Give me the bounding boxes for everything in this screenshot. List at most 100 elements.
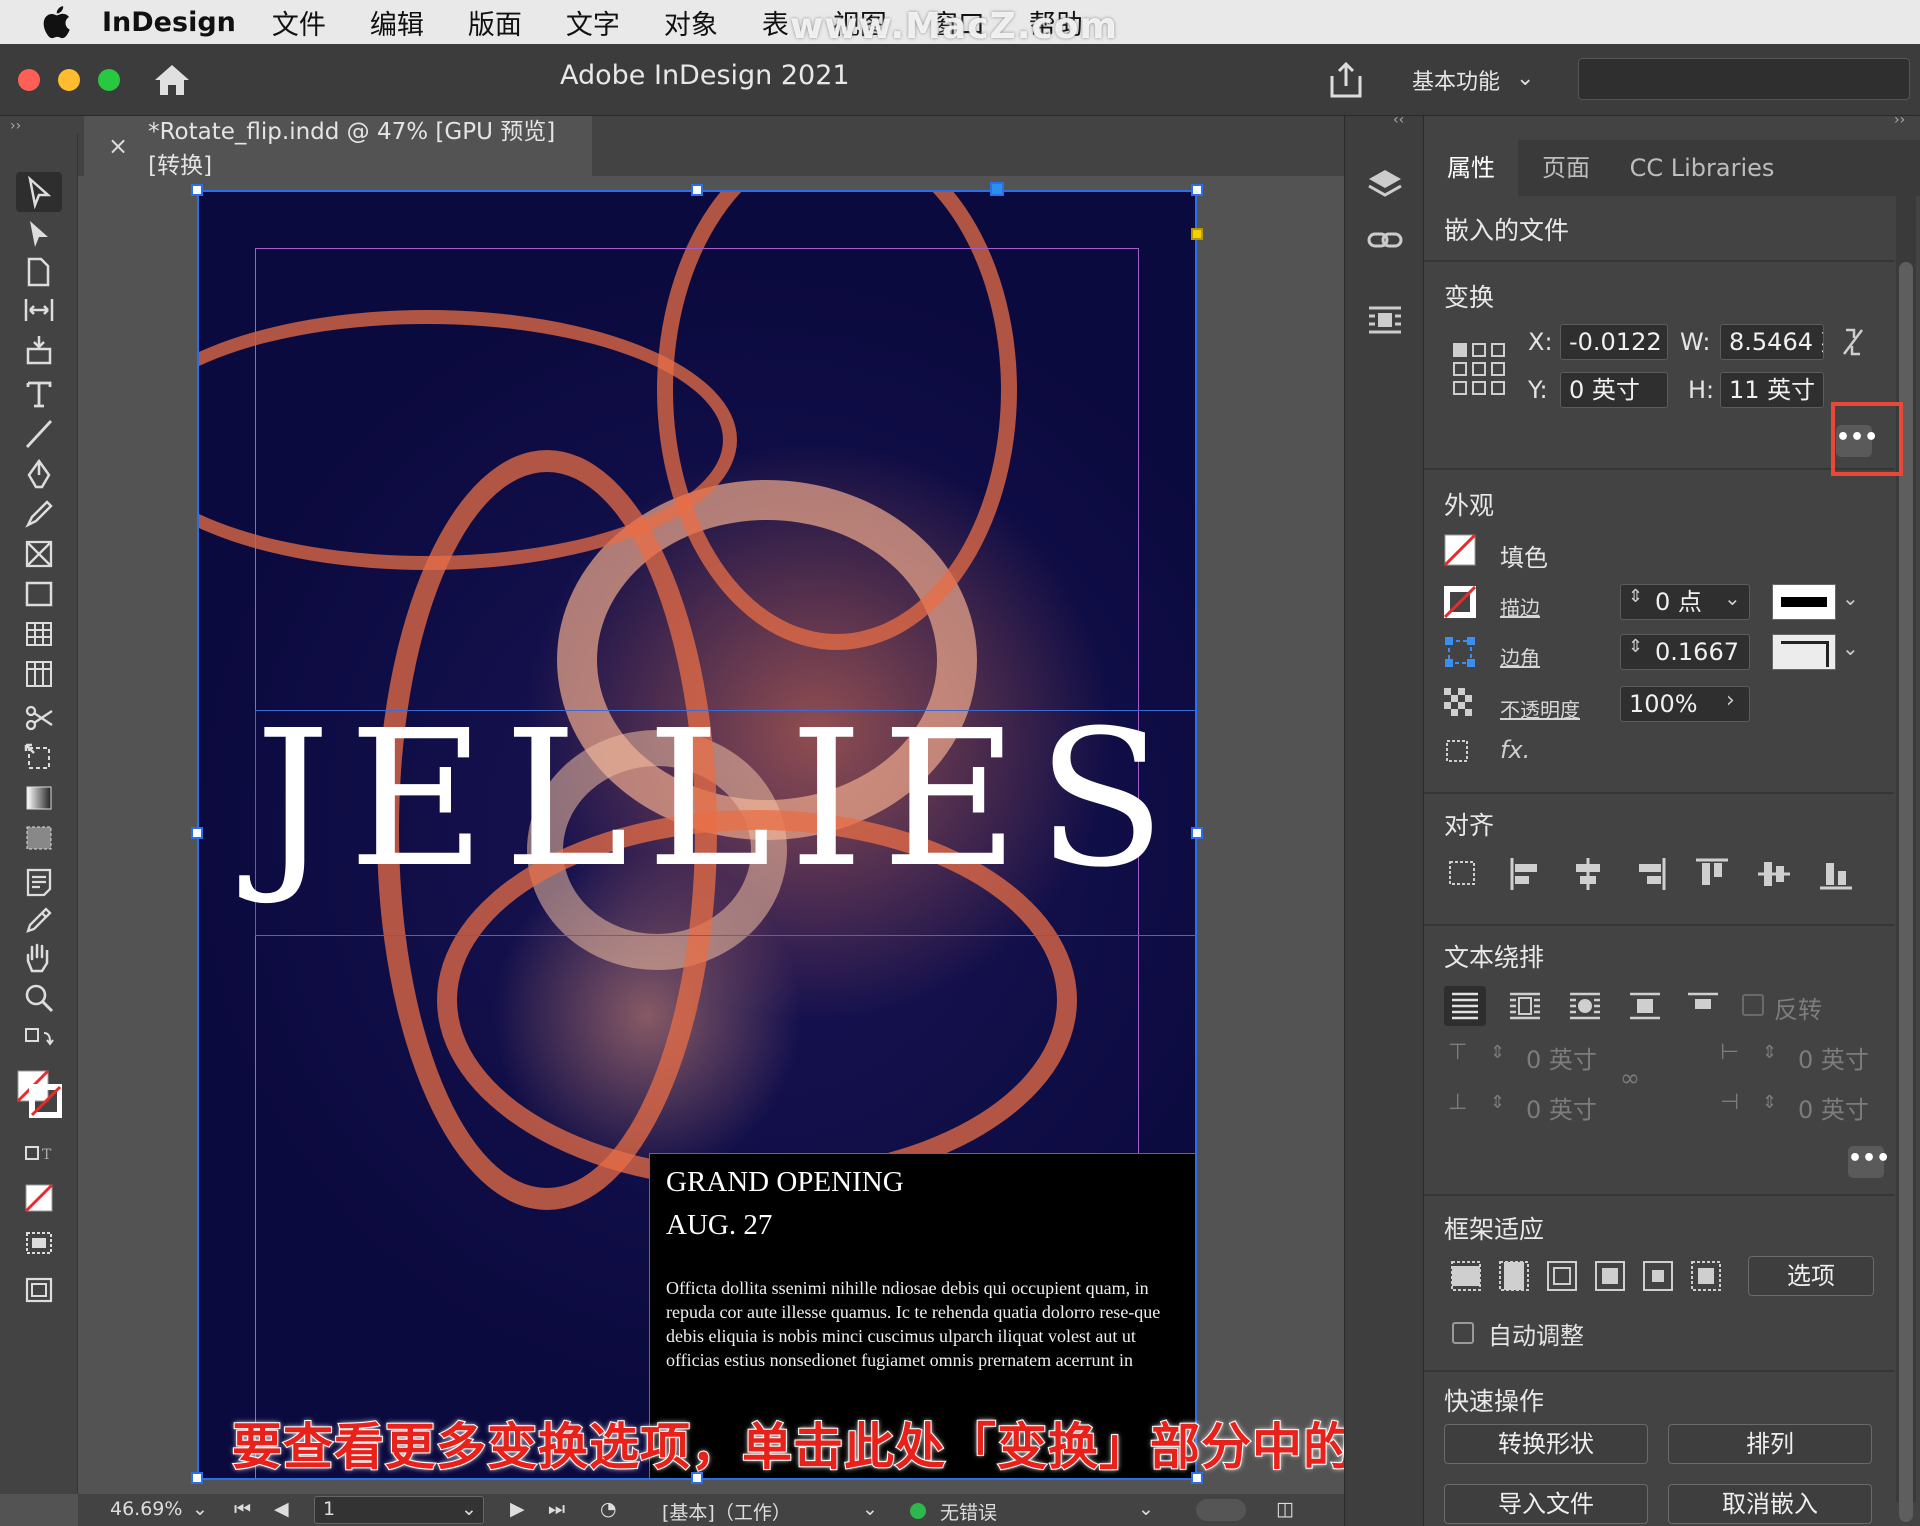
object-effects-icon[interactable] [1444,738,1472,766]
document-page[interactable]: JELLIES GRAND OPENING AUG. 27 Officta do… [197,190,1197,1480]
stepper-icon[interactable]: ⇕ [1628,586,1643,607]
reference-point-icon[interactable] [1452,342,1506,396]
chevron-down-icon[interactable]: ⌄ [461,1498,477,1520]
fit-content-to-frame-icon[interactable] [1592,1258,1628,1294]
fx-button[interactable]: fx. [1500,736,1530,764]
links-icon[interactable] [1365,220,1405,260]
swap-fill-stroke-icon[interactable] [16,1022,62,1062]
preview-mode-icon[interactable] [16,1270,62,1310]
right-offset-value[interactable]: 0 英寸 [1798,1090,1869,1125]
preflight-clock-icon[interactable]: ◔ [600,1498,617,1520]
chevron-right-icon[interactable]: › [1726,688,1735,713]
stroke-swatch-icon[interactable] [1444,586,1476,618]
app-menu[interactable]: InDesign [102,7,236,38]
import-file-button[interactable]: 导入文件 [1444,1484,1648,1524]
align-right-icon[interactable] [1632,856,1668,892]
chevron-down-icon[interactable]: ⌄ [862,1498,878,1520]
menu-layout[interactable]: 版面 [468,3,522,42]
grid-tool-icon[interactable] [16,654,62,694]
stepper-icon[interactable]: ⇕ [1490,1042,1505,1063]
corner-label[interactable]: 边角 [1500,642,1540,671]
formatting-container-icon[interactable]: T [16,1134,62,1174]
rectangle-tool-icon[interactable] [16,574,62,614]
headline-text[interactable]: JELLIES [255,690,1184,909]
table-tool-icon[interactable] [16,614,62,654]
first-page-icon[interactable]: ⏮ [234,1498,251,1520]
fill-frame-proportionally-icon[interactable] [1448,1258,1484,1294]
resize-handle-bottom-left[interactable] [191,1472,203,1484]
screen-mode-icon[interactable] [16,1224,62,1264]
align-to-selection-icon[interactable] [1446,856,1482,892]
close-tab-icon[interactable]: × [108,132,128,160]
menu-file[interactable]: 文件 [272,3,326,42]
stepper-icon[interactable]: ⇕ [1490,1092,1505,1113]
stepper-icon[interactable]: ⇕ [1762,1042,1777,1063]
preflight-status[interactable]: 无错误 [940,1498,997,1525]
direct-selection-tool-icon[interactable] [16,214,62,254]
tab-properties[interactable]: 属性 [1424,140,1518,196]
resize-handle-right[interactable] [1191,827,1203,839]
free-transform-tool-icon[interactable] [16,738,62,778]
text-wrap-panel-icon[interactable] [1365,300,1405,340]
wrap-object-shape-icon[interactable] [1564,986,1606,1026]
chevron-down-icon[interactable]: ⌄ [1138,1498,1154,1520]
menu-table[interactable]: 表 [762,3,789,42]
width-field[interactable]: 8.5464 英 [1720,324,1824,360]
document-tab[interactable]: × *Rotate_flip.indd @ 47% [GPU 预览] [转换] [84,116,592,179]
apply-none-icon[interactable] [16,1178,62,1218]
zoom-tool-icon[interactable] [16,978,62,1018]
chevron-down-icon[interactable]: ⌄ [1516,66,1534,91]
corner-options-icon[interactable] [1444,636,1476,668]
last-page-icon[interactable]: ⏭ [548,1498,565,1520]
bottom-offset-value[interactable]: 0 英寸 [1526,1090,1597,1125]
split-view-icon[interactable]: ◫ [1276,1498,1294,1520]
close-window-button[interactable] [18,69,40,91]
invert-checkbox[interactable] [1742,994,1764,1016]
jump-object-icon[interactable] [1624,986,1666,1026]
selection-tool-icon[interactable] [16,172,62,212]
chevron-down-icon[interactable]: ⌄ [1724,586,1741,610]
text-wrap-more-options-button[interactable]: ••• [1848,1146,1890,1178]
height-field[interactable]: 11 英寸 [1720,372,1824,408]
scissors-tool-icon[interactable] [16,698,62,738]
type-tool-icon[interactable] [16,374,62,414]
eyedropper-tool-icon[interactable] [16,900,62,940]
gradient-feather-tool-icon[interactable] [16,818,62,858]
opacity-label[interactable]: 不透明度 [1500,694,1580,723]
fill-swatch-icon[interactable] [1444,534,1476,566]
x-position-field[interactable]: -0.0122 [1560,324,1668,360]
stroke-type-swatch[interactable] [1772,584,1836,620]
resize-handle-top-left[interactable] [191,184,203,196]
line-tool-icon[interactable] [16,414,62,454]
y-position-field[interactable]: 0 英寸 [1560,372,1668,408]
zoom-window-button[interactable] [98,69,120,91]
share-icon[interactable] [1328,60,1364,100]
expand-toolbox-icon[interactable]: ›› [10,118,21,134]
top-offset-value[interactable]: 0 英寸 [1526,1040,1597,1075]
menu-type[interactable]: 文字 [566,3,620,42]
page-number-field[interactable]: 1 ⌄ [314,1496,484,1524]
jump-to-next-column-icon[interactable] [1682,986,1724,1026]
pen-tool-icon[interactable] [16,454,62,494]
next-page-icon[interactable]: ▶ [510,1498,525,1520]
wrap-bounding-box-icon[interactable] [1504,986,1546,1026]
resize-handle-top[interactable] [691,184,703,196]
layers-icon[interactable] [1365,164,1405,204]
stroke-label[interactable]: 描边 [1500,592,1540,621]
corner-shape-swatch[interactable] [1772,634,1836,670]
workspace-switcher[interactable]: 基本功能 [1412,64,1500,96]
no-text-wrap-icon[interactable] [1444,986,1486,1026]
search-input[interactable] [1578,58,1910,100]
convert-shape-button[interactable]: 转换形状 [1444,1424,1648,1464]
align-top-icon[interactable] [1694,856,1730,892]
horizontal-scrollbar[interactable] [1196,1499,1246,1521]
fit-frame-to-content-icon[interactable] [1544,1258,1580,1294]
align-horizontal-center-icon[interactable] [1570,856,1606,892]
arrange-button[interactable]: 排列 [1668,1424,1872,1464]
rectangle-frame-tool-icon[interactable] [16,534,62,574]
align-left-icon[interactable] [1508,856,1544,892]
chevron-down-icon[interactable]: ⌄ [1842,636,1859,660]
collapse-panel-icon[interactable]: ›› [1894,112,1905,128]
content-grabber-handle[interactable] [990,182,1004,196]
pencil-tool-icon[interactable] [16,494,62,534]
